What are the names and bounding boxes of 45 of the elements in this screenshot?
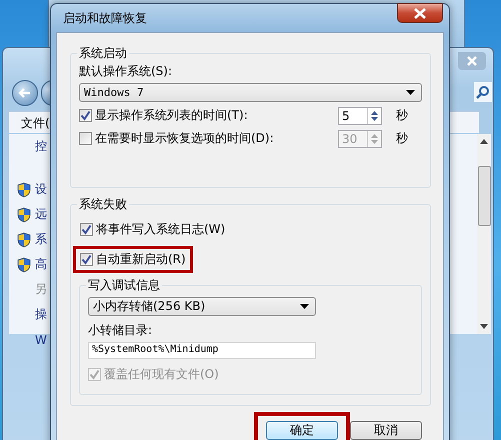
shield-icon: [17, 256, 31, 272]
caret-icon: [406, 90, 415, 95]
sidebar-link[interactable]: 设: [35, 181, 47, 198]
checkbox[interactable]: [79, 132, 92, 145]
directory-field[interactable]: %SystemRoot%\Minidump: [88, 342, 316, 359]
checkbox[interactable]: [80, 253, 93, 266]
number-spinner[interactable]: 5: [338, 106, 382, 124]
scroll-down-icon[interactable]: [480, 324, 488, 329]
back-arrow-icon: [18, 86, 32, 100]
close-button[interactable]: [397, 3, 443, 23]
close-icon: [413, 8, 427, 18]
shield-icon: [17, 206, 31, 222]
checkbox[interactable]: [79, 109, 92, 122]
group-title: 系统启动: [78, 45, 128, 62]
field-label: 小转储目录:: [88, 322, 154, 339]
caret-icon: [300, 304, 309, 309]
sidebar-link[interactable]: 远: [35, 206, 47, 223]
window-title: 启动和故障恢复: [63, 10, 147, 27]
group-title: 写入调试信息: [87, 277, 161, 294]
unit-label: 秒: [395, 107, 409, 124]
back-button[interactable]: [12, 80, 38, 106]
sidebar-link[interactable]: 控: [35, 138, 47, 155]
field-label: 默认操作系统(S):: [79, 63, 174, 80]
checkbox-label[interactable]: 将事件写入系统日志(W): [96, 221, 226, 238]
sidebar-link[interactable]: 高: [35, 256, 47, 273]
unit-label: 秒: [395, 130, 409, 147]
scroll-up-icon[interactable]: [480, 139, 488, 144]
scroll-thumb[interactable]: [478, 166, 490, 226]
menu-item[interactable]: 文件(: [21, 116, 50, 130]
search-icon[interactable]: [474, 82, 492, 102]
sidebar-link[interactable]: 操: [35, 306, 47, 323]
shield-icon: [17, 232, 31, 248]
shield-icon: [17, 182, 31, 198]
sidebar-link[interactable]: 系: [35, 231, 47, 248]
checkbox-label[interactable]: 显示操作系统列表的时间(T):: [95, 107, 248, 124]
os-dropdown[interactable]: Windows 7: [79, 83, 422, 102]
scrollbar[interactable]: [477, 134, 491, 334]
checkbox-label[interactable]: 在需要时显示恢复选项的时间(D):: [95, 130, 274, 147]
checkbox-label[interactable]: 自动重新启动(R): [96, 251, 186, 268]
ok-button[interactable]: 确定: [266, 421, 338, 440]
cancel-button[interactable]: 取消: [350, 421, 422, 440]
dump-type-dropdown[interactable]: 小内存转储(256 KB): [88, 297, 316, 316]
sidebar-link[interactable]: W: [35, 332, 47, 346]
checkbox[interactable]: [80, 223, 93, 236]
group-title: 系统失败: [78, 196, 128, 213]
